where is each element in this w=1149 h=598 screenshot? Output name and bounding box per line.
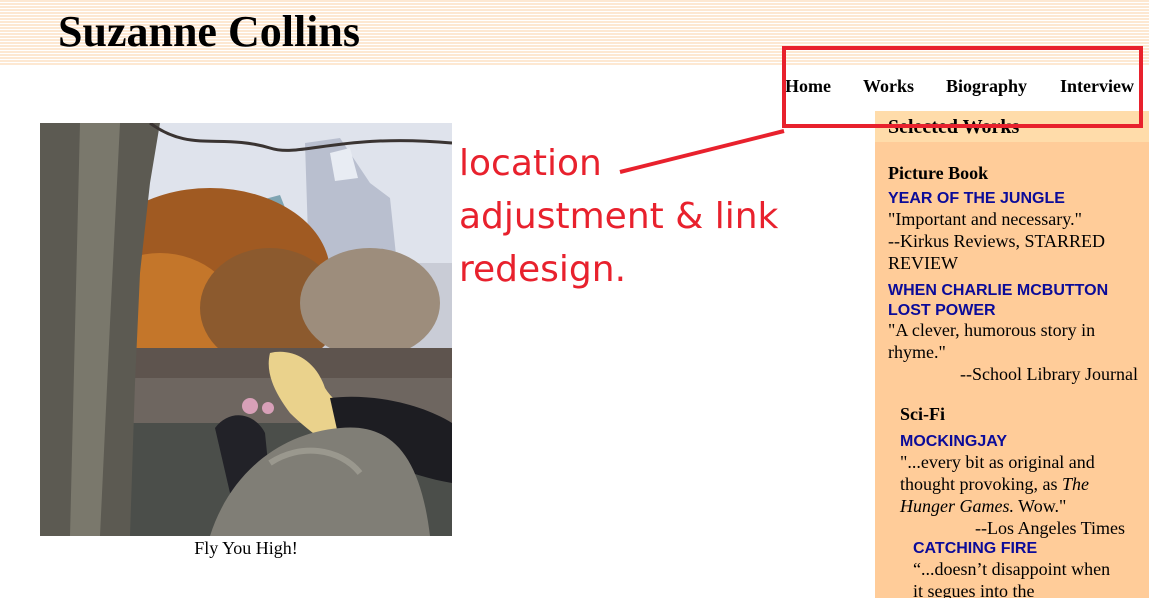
work-source: --Kirkus Reviews, STARRED REVIEW <box>888 231 1106 273</box>
work-quote: "...every bit as original and thought pr… <box>900 451 1125 517</box>
annotation-highlight-box <box>782 46 1143 128</box>
annotation-line: adjustment & link <box>459 196 779 237</box>
site-title: Suzanne Collins <box>58 7 360 56</box>
work-source: --School Library Journal <box>960 364 1138 384</box>
work-quote: "Important and necessary." <box>888 209 1082 229</box>
work-link-year-of-the-jungle[interactable]: YEAR OF THE JUNGLE <box>888 189 1143 209</box>
work-link-mockingjay[interactable]: MOCKINGJAY <box>900 432 1140 452</box>
selected-works-sidebar: Selected Works Picture Book YEAR OF THE … <box>875 111 1149 598</box>
work-quote: "A clever, humorous story in rhyme." <box>888 320 1096 362</box>
annotation-note: location adjustment & link redesign. <box>459 137 789 296</box>
work-quote: “...doesn’t disappoint when it segues in… <box>913 559 1111 598</box>
work-source: --Los Angeles Times <box>974 518 1125 538</box>
annotation-line: redesign. <box>459 249 627 290</box>
author-photo <box>40 123 452 536</box>
work-quote-text: Wow." <box>1014 496 1067 516</box>
annotation-line: location <box>459 143 602 184</box>
work-link-catching-fire[interactable]: CATCHING FIRE <box>913 539 1133 559</box>
section-heading-sci-fi: Sci-Fi <box>900 404 945 424</box>
section-heading-picture-book: Picture Book <box>888 163 989 183</box>
photo-caption: Fly You High! <box>194 538 298 558</box>
work-link-when-charlie-mcbutton[interactable]: WHEN CHARLIE MCBUTTON LOST POWER <box>888 281 1138 321</box>
